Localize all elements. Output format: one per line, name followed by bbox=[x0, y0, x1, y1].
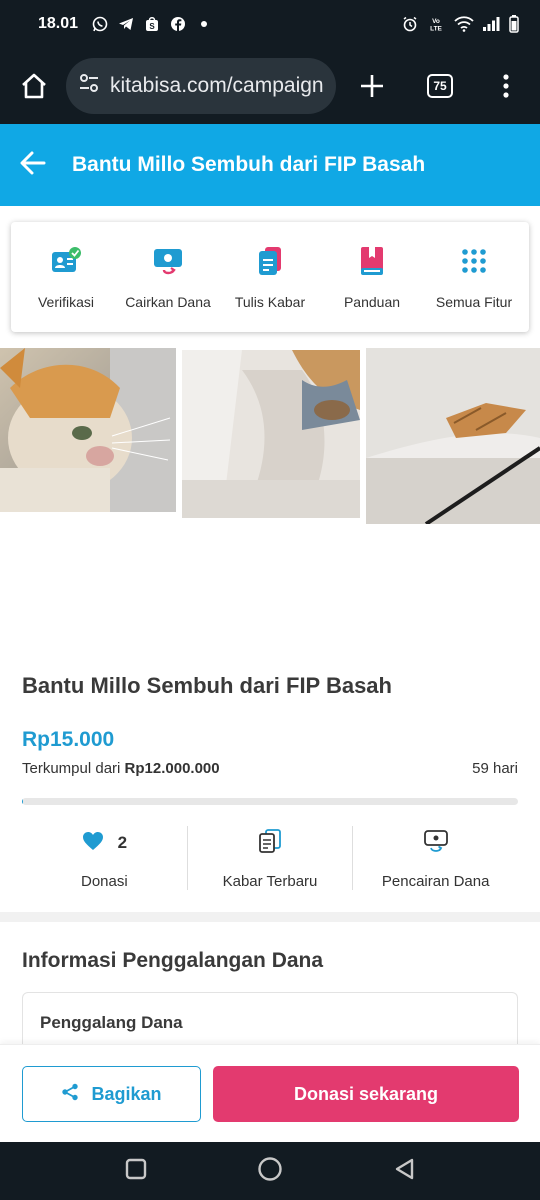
feature-cairkan-dana[interactable]: Cairkan Dana bbox=[118, 244, 218, 310]
svg-text:Vo: Vo bbox=[432, 18, 440, 25]
tab-count: 75 bbox=[427, 74, 453, 98]
feature-semua-fitur[interactable]: Semua Fitur bbox=[424, 244, 524, 310]
news-update-icon bbox=[258, 828, 282, 858]
heart-icon bbox=[82, 831, 104, 856]
tab-switcher-button[interactable]: 75 bbox=[418, 64, 462, 108]
home-button-icon[interactable] bbox=[257, 1156, 283, 1187]
feature-label: Tulis Kabar bbox=[234, 294, 306, 310]
donations-label: Donasi bbox=[80, 873, 128, 890]
cat-back-photo bbox=[182, 350, 360, 518]
feature-label: Cairkan Dana bbox=[125, 294, 211, 310]
home-icon[interactable] bbox=[12, 64, 56, 108]
new-tab-icon[interactable] bbox=[350, 64, 394, 108]
browser-toolbar: kitabisa.com/campaign 75 bbox=[0, 48, 540, 124]
disbursement-icon bbox=[423, 829, 449, 858]
back-button-icon[interactable] bbox=[393, 1157, 415, 1186]
recent-apps-icon[interactable] bbox=[125, 1158, 147, 1185]
campaign-image[interactable] bbox=[0, 348, 540, 528]
progress-bar bbox=[22, 798, 518, 805]
share-button[interactable]: Bagikan bbox=[22, 1066, 201, 1122]
volte-icon: Vo LTE bbox=[426, 16, 446, 32]
grid-icon bbox=[457, 244, 491, 278]
facebook-icon bbox=[170, 16, 186, 32]
feature-tulis-kabar[interactable]: Tulis Kabar bbox=[220, 244, 320, 310]
donations-stat[interactable]: 2 Donasi bbox=[22, 826, 188, 890]
updates-label: Kabar Terbaru bbox=[222, 873, 318, 890]
updates-stat[interactable]: Kabar Terbaru bbox=[188, 826, 354, 890]
status-bar: 18.01 S Vo LTE bbox=[0, 0, 540, 48]
feature-menu: Verifikasi Cairkan Dana Tulis Kabar Pand… bbox=[11, 222, 529, 332]
status-time: 18.01 bbox=[38, 15, 79, 32]
svg-text:LTE: LTE bbox=[430, 26, 442, 33]
donate-now-button[interactable]: Donasi sekarang bbox=[213, 1066, 519, 1122]
disbursement-stat[interactable]: Pencairan Dana bbox=[353, 826, 518, 890]
more-menu-icon[interactable] bbox=[484, 64, 528, 108]
url-text: kitabisa.com/campaign bbox=[110, 74, 324, 97]
feature-label: Panduan bbox=[343, 294, 401, 310]
signal-icon bbox=[482, 16, 500, 32]
donations-count: 2 bbox=[117, 833, 128, 852]
feature-label: Semua Fitur bbox=[435, 294, 513, 310]
feature-panduan[interactable]: Panduan bbox=[322, 244, 422, 310]
campaign-title: Bantu Millo Sembuh dari FIP Basah bbox=[22, 673, 392, 698]
address-bar[interactable]: kitabisa.com/campaign bbox=[66, 58, 336, 114]
feature-label: Verifikasi bbox=[37, 294, 95, 310]
shopee-icon: S bbox=[144, 16, 160, 32]
collected-target: Terkumpul dari Rp12.000.000 bbox=[22, 760, 220, 777]
days-left: 59 hari bbox=[472, 760, 518, 777]
info-section-title: Informasi Penggalangan Dana bbox=[22, 949, 324, 972]
battery-icon bbox=[508, 15, 520, 33]
verification-icon bbox=[49, 244, 83, 278]
fundraiser-label: Penggalang Dana bbox=[40, 1013, 183, 1032]
svg-text:S: S bbox=[149, 22, 155, 31]
target-amount: Rp12.000.000 bbox=[124, 760, 220, 777]
system-nav-bar bbox=[0, 1142, 540, 1200]
back-arrow-icon[interactable] bbox=[20, 151, 46, 180]
action-bar: Bagikan Donasi sekarang bbox=[0, 1044, 540, 1142]
cat-face-photo bbox=[0, 348, 176, 512]
section-divider bbox=[0, 912, 540, 922]
share-label: Bagikan bbox=[91, 1083, 162, 1104]
disbursement-label: Pencairan Dana bbox=[381, 873, 490, 890]
progress-fill bbox=[22, 798, 23, 805]
collected-amount: Rp15.000 bbox=[22, 728, 115, 751]
dot-icon bbox=[196, 16, 212, 32]
alarm-icon bbox=[402, 16, 418, 32]
page-title: Bantu Millo Sembuh dari FIP Basah bbox=[72, 153, 426, 176]
telegram-icon bbox=[118, 16, 134, 32]
page-header: Bantu Millo Sembuh dari FIP Basah bbox=[0, 124, 540, 206]
stats-row: 2 Donasi Kabar Terbaru Pencairan Dana bbox=[22, 826, 518, 890]
guide-book-icon bbox=[355, 244, 389, 278]
collected-prefix: Terkumpul dari bbox=[22, 760, 121, 777]
whatsapp-icon bbox=[92, 16, 108, 32]
wifi-icon bbox=[454, 16, 474, 32]
share-icon bbox=[61, 1083, 79, 1106]
cat-wound-photo bbox=[366, 348, 540, 524]
site-settings-icon[interactable] bbox=[78, 72, 100, 100]
feature-verifikasi[interactable]: Verifikasi bbox=[16, 244, 116, 310]
disburse-funds-icon bbox=[151, 244, 185, 278]
donate-label: Donasi sekarang bbox=[293, 1083, 439, 1104]
write-update-icon bbox=[253, 244, 287, 278]
